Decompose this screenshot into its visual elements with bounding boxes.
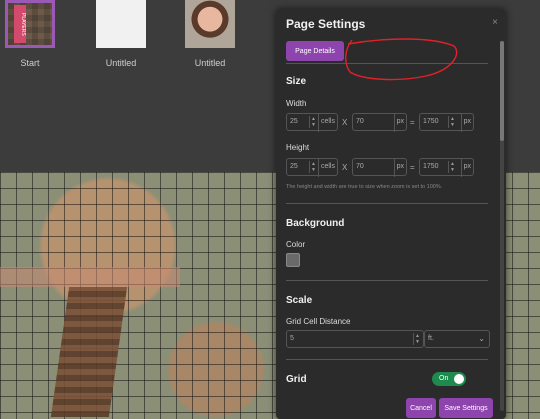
players-badge: PLAYERS	[14, 5, 26, 43]
width-total-field: 1750 ▲ ▼ px	[419, 113, 474, 132]
divider	[286, 280, 488, 281]
map-path	[0, 267, 180, 287]
background-heading: Background	[286, 218, 345, 229]
height-cells-input[interactable]: 25 ▲ ▼ cells	[286, 158, 338, 177]
grid-toggle[interactable]: On	[432, 372, 466, 386]
divider	[286, 63, 488, 64]
cancel-button[interactable]: Cancel	[406, 398, 436, 418]
size-helper-text: The height and width are true to size wh…	[286, 184, 443, 190]
scale-heading: Scale	[286, 295, 313, 306]
color-label: Color	[286, 240, 306, 249]
divider	[286, 203, 488, 204]
chevron-down-icon: ⌄	[478, 334, 485, 343]
height-px-input[interactable]: 70 px	[352, 158, 407, 177]
toggle-knob	[454, 374, 464, 384]
width-label: Width	[286, 99, 307, 108]
page-settings-dialog: Page Settings × Page Details Size Width …	[276, 9, 506, 419]
tab-page-details[interactable]: Page Details	[286, 41, 344, 61]
height-total-field: 1750 ▲ ▼ px	[419, 158, 474, 177]
size-heading: Size	[286, 76, 307, 87]
save-settings-button[interactable]: Save Settings	[439, 398, 493, 418]
height-cells-stepper[interactable]: ▲ ▼	[309, 161, 317, 173]
width-cells-stepper[interactable]: ▲ ▼	[309, 116, 317, 128]
divider	[286, 359, 488, 360]
background-color-swatch[interactable]	[286, 253, 300, 267]
width-px-input[interactable]: 70 px	[352, 113, 407, 132]
page-thumbnail-photo[interactable]	[185, 0, 235, 48]
distance-unit-select[interactable]: ft. ⌄	[424, 330, 490, 348]
grid-cell-distance-input[interactable]: 5 ▲ ▼	[286, 330, 424, 348]
page-thumbnail-start[interactable]: PLAYERS	[5, 0, 55, 48]
width-cells-input[interactable]: 25 ▲ ▼ cells	[286, 113, 338, 132]
page-thumbnail-untitled[interactable]	[96, 0, 146, 48]
page-label-untitled-2: Untitled	[194, 58, 226, 68]
page-label-untitled: Untitled	[105, 58, 137, 68]
grid-cell-distance-stepper[interactable]: ▲ ▼	[413, 333, 421, 345]
grid-cell-distance-label: Grid Cell Distance	[286, 317, 351, 326]
dialog-scrollbar[interactable]	[500, 41, 504, 411]
dialog-title: Page Settings	[286, 17, 366, 31]
page-label-start: Start	[20, 58, 40, 68]
grid-heading: Grid	[286, 374, 307, 385]
map-stairs	[50, 287, 128, 417]
height-label: Height	[286, 143, 310, 152]
close-icon[interactable]: ×	[492, 17, 498, 28]
